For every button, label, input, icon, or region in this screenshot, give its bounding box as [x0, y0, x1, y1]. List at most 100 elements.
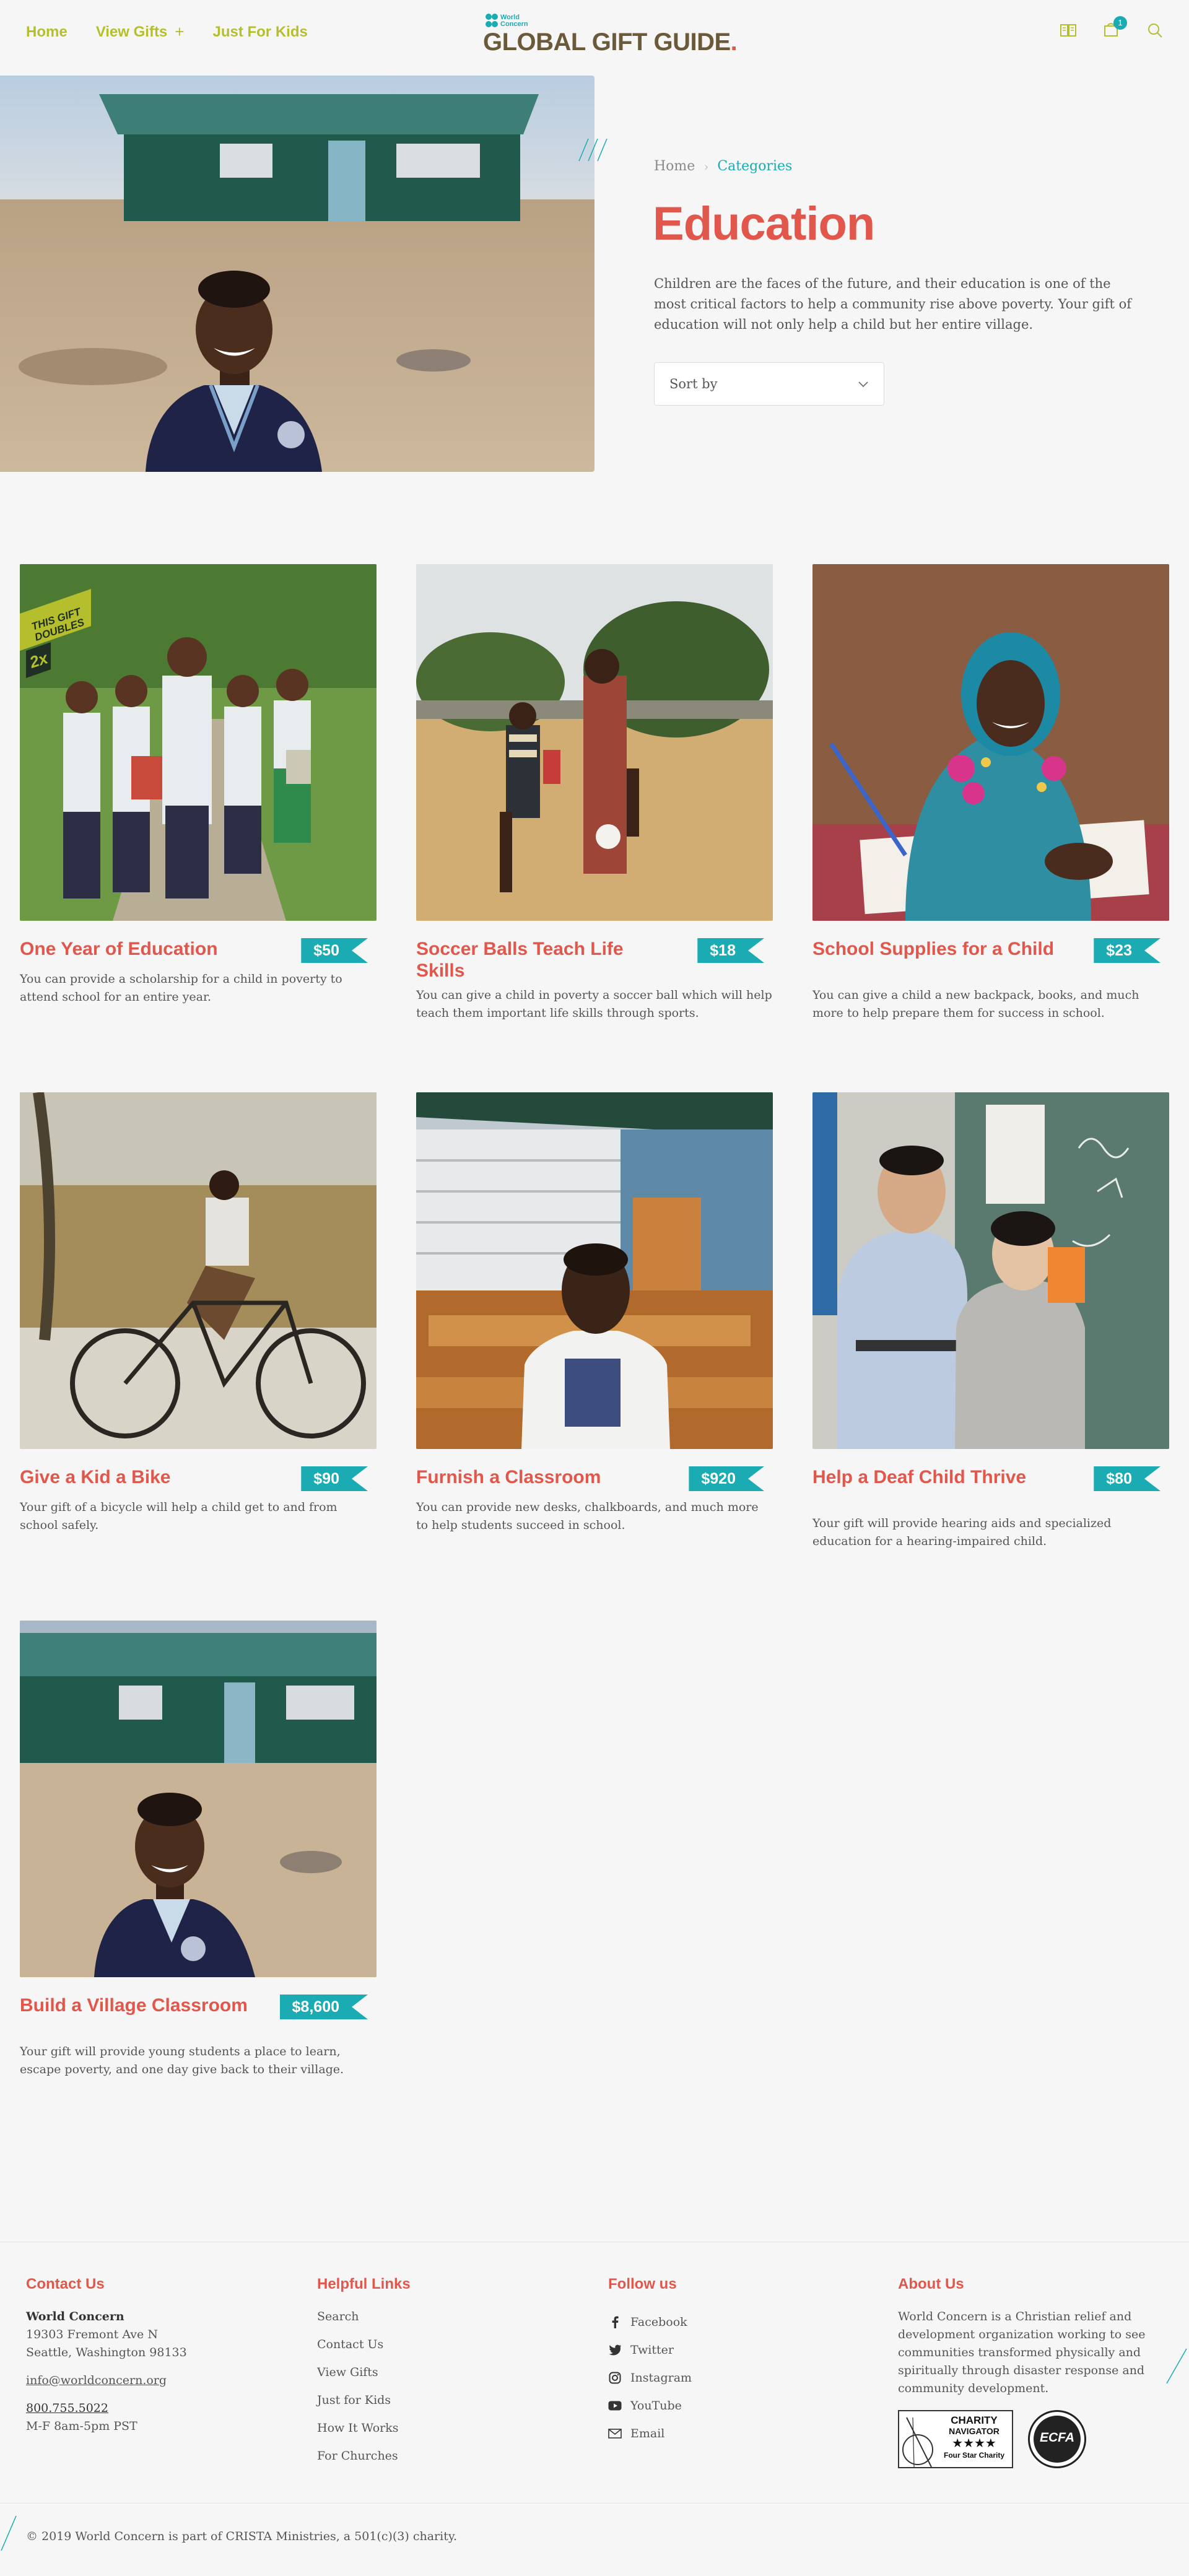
gift-description: Your gift will provide young students a …	[20, 2045, 344, 2076]
gift-title[interactable]: Give a Kid a Bike	[20, 1466, 268, 1488]
sort-select[interactable]: Sort by	[654, 362, 884, 406]
gift-title[interactable]: One Year of Education	[20, 938, 268, 960]
footer-link-contact[interactable]: Contact Us	[317, 2336, 411, 2364]
gift-image[interactable]	[20, 1621, 377, 1977]
address-line-2: Seattle, Washington 98133	[26, 2346, 187, 2359]
plus-icon: +	[175, 22, 185, 41]
gift-price: $50	[301, 938, 368, 963]
social-twitter[interactable]: Twitter	[608, 2336, 692, 2364]
footer-about: About Us World Concern is a Christian re…	[898, 2276, 1146, 2468]
logo-title: GLOBAL GIFT GUIDE.	[483, 28, 738, 56]
gift-card[interactable]: Help a Deaf Child Thrive $80 Your gift w…	[812, 1092, 1169, 1548]
world-concern-logo: World Concern	[486, 14, 538, 28]
gift-image[interactable]	[20, 1092, 377, 1449]
category-intro: Children are the faces of the future, an…	[654, 276, 1132, 332]
email-link[interactable]: info@worldconcern.org	[26, 2372, 187, 2390]
nav-just-for-kids[interactable]: Just For Kids	[212, 24, 307, 41]
gift-title[interactable]: Build a Village Classroom	[20, 1995, 268, 2016]
facebook-icon	[608, 2315, 622, 2329]
breadcrumb: Home › Categories	[654, 159, 792, 174]
social-instagram[interactable]: Instagram	[608, 2364, 692, 2391]
footer-link-for-churches[interactable]: For Churches	[317, 2447, 411, 2475]
footer-divider	[0, 2503, 1189, 2504]
cn-line3: Four Star Charity	[943, 2451, 1004, 2460]
nav-view-gifts[interactable]: View Gifts +	[96, 22, 185, 41]
ecfa-badge[interactable]: ECFA	[1028, 2410, 1086, 2468]
footer-link-how-it-works[interactable]: How It Works	[317, 2419, 411, 2447]
site-footer: Contact Us World Concern 19303 Fremont A…	[0, 2242, 1189, 2576]
gift-image[interactable]: THIS GIFT DOUBLES 2x	[20, 564, 377, 921]
footer-follow: Follow us Facebook Twitter Instagram You…	[608, 2276, 692, 2447]
breadcrumb-current[interactable]: Categories	[717, 159, 792, 174]
chevron-down-icon	[858, 381, 868, 388]
social-email[interactable]: Email	[608, 2419, 692, 2447]
phone-link[interactable]: 800.755.5022	[26, 2400, 187, 2417]
gift-title[interactable]: School Supplies for a Child	[812, 938, 1060, 960]
footer-contact-heading: Contact Us	[26, 2276, 105, 2292]
gift-description: You can give a child in poverty a soccer…	[416, 988, 772, 1020]
gift-description: Your gift of a bicycle will help a child…	[20, 1500, 338, 1532]
site-header: Home View Gifts + Just For Kids World Con…	[0, 0, 1189, 64]
cart-count-badge: 1	[1113, 16, 1127, 30]
gift-description: You can provide a scholarship for a chil…	[20, 972, 342, 1004]
main-nav: Home View Gifts + Just For Kids	[26, 22, 308, 41]
site-logo[interactable]: World Concern GLOBAL GIFT GUIDE.	[482, 12, 738, 57]
gift-title[interactable]: Soccer Balls Teach Life Skills	[416, 938, 664, 981]
twitter-icon	[608, 2343, 622, 2357]
gift-card[interactable]: Build a Village Classroom $8,600 Your gi…	[20, 1621, 377, 2076]
gift-price: $8,600	[280, 1995, 368, 2019]
gift-description: You can provide new desks, chalkboards, …	[416, 1500, 759, 1532]
office-hours: M-F 8am-5pm PST	[26, 2419, 137, 2433]
cn-line1: CHARITY	[951, 2414, 998, 2426]
nav-home[interactable]: Home	[26, 24, 68, 41]
nav-home-label: Home	[26, 23, 68, 40]
social-email-label: Email	[630, 2426, 665, 2440]
trust-badges: CHARITY NAVIGATOR ★★★★ Four Star Charity…	[898, 2410, 1146, 2468]
cn-line2: NAVIGATOR	[949, 2426, 1000, 2436]
page-title: Education	[653, 198, 875, 250]
social-facebook[interactable]: Facebook	[608, 2308, 692, 2336]
gift-image[interactable]	[416, 564, 773, 921]
breadcrumb-home[interactable]: Home	[654, 159, 695, 174]
instagram-icon	[608, 2371, 622, 2385]
charity-navigator-badge[interactable]: CHARITY NAVIGATOR ★★★★ Four Star Charity	[898, 2410, 1013, 2468]
gift-image[interactable]	[812, 564, 1169, 921]
gift-price: $23	[1094, 938, 1161, 963]
hero-image	[0, 76, 594, 472]
gift-card[interactable]: Soccer Balls Teach Life Skills $18 You c…	[416, 564, 773, 1020]
gift-title[interactable]: Help a Deaf Child Thrive	[812, 1466, 1060, 1488]
social-twitter-label: Twitter	[630, 2343, 674, 2357]
footer-link-just-for-kids[interactable]: Just for Kids	[317, 2391, 411, 2419]
gift-description: Your gift will provide hearing aids and …	[812, 1516, 1112, 1548]
gift-price: $80	[1094, 1466, 1161, 1491]
gift-card[interactable]: Furnish a Classroom $920 You can provide…	[416, 1092, 773, 1532]
gift-card[interactable]: THIS GIFT DOUBLES 2x One Year of Educati…	[20, 564, 377, 1004]
org-name: World Concern	[26, 2310, 124, 2323]
charity-navigator-logo-icon	[902, 2417, 933, 2468]
footer-contact: Contact Us World Concern 19303 Fremont A…	[26, 2276, 187, 2435]
gift-description: You can give a child a new backpack, boo…	[812, 988, 1139, 1020]
cart-icon[interactable]: 1	[1102, 16, 1127, 40]
sort-label: Sort by	[669, 376, 718, 391]
gift-image[interactable]	[416, 1092, 773, 1449]
gift-image[interactable]	[812, 1092, 1169, 1449]
gift-card[interactable]: Give a Kid a Bike $90 Your gift of a bic…	[20, 1092, 377, 1532]
gift-card[interactable]: School Supplies for a Child $23 You can …	[812, 564, 1169, 1020]
doubles-badge: THIS GIFT DOUBLES 2x	[20, 589, 94, 682]
social-youtube[interactable]: YouTube	[608, 2391, 692, 2419]
catalog-icon[interactable]	[1059, 21, 1078, 40]
gift-price: $90	[301, 1466, 368, 1491]
footer-deco-line	[1166, 2348, 1187, 2384]
world-concern-mark-icon	[486, 14, 498, 28]
hero-deco-lines	[578, 138, 608, 162]
footer-link-search[interactable]: Search	[317, 2308, 411, 2336]
address-line-1: 19303 Fremont Ave N	[26, 2328, 158, 2341]
world-concern-name: World Concern	[500, 14, 528, 28]
email-icon	[608, 2427, 622, 2440]
gift-title[interactable]: Furnish a Classroom	[416, 1466, 664, 1488]
search-icon[interactable]	[1146, 21, 1164, 40]
cn-stars: ★★★★	[952, 2437, 996, 2450]
chevron-right-icon: ›	[703, 159, 709, 174]
gift-price: $18	[697, 938, 764, 963]
footer-link-view-gifts[interactable]: View Gifts	[317, 2364, 411, 2391]
